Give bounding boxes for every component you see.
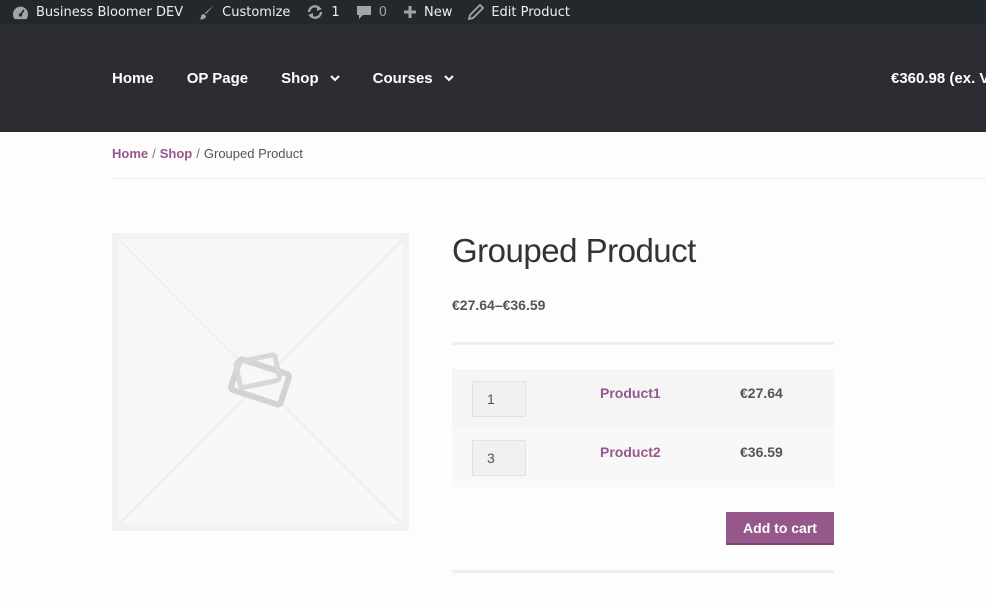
- brush-icon: [199, 5, 215, 20]
- grouped-product-link[interactable]: Product1: [600, 385, 661, 401]
- nav-item-label: OP Page: [186, 69, 249, 87]
- quantity-input[interactable]: [472, 381, 526, 417]
- admin-bar-site[interactable]: Business Bloomer DEV: [0, 0, 191, 24]
- nav-item-home[interactable]: Home: [112, 70, 154, 87]
- nav-item-shop[interactable]: Shop: [281, 70, 340, 87]
- nav-item-label: Courses: [372, 69, 433, 87]
- summary-bottom-divider: [452, 570, 834, 573]
- placeholder-image-icon: [117, 238, 404, 526]
- summary-divider: [452, 342, 834, 345]
- admin-bar: Business Bloomer DEV Customize 1 0 New E…: [0, 0, 986, 24]
- breadcrumb-divider: [112, 178, 986, 179]
- site-name: Business Bloomer DEV: [36, 4, 184, 20]
- product-price-range: €27.64–€36.59: [452, 297, 546, 313]
- breadcrumb: Home / Shop / Grouped Product: [112, 146, 303, 161]
- admin-bar-customize[interactable]: Customize: [191, 0, 298, 24]
- header-cart-total[interactable]: €360.98 (ex. V: [891, 24, 986, 132]
- product-title: Grouped Product: [452, 232, 696, 269]
- chevron-down-icon: [329, 74, 340, 81]
- nav-item-op-page[interactable]: OP Page: [187, 70, 248, 87]
- updates-icon: [308, 5, 323, 19]
- nav-item-label: Shop: [281, 69, 319, 87]
- new-label: New: [423, 4, 453, 20]
- breadcrumb-separator: /: [152, 146, 156, 161]
- admin-bar-new[interactable]: New: [395, 0, 460, 24]
- breadcrumb-home-link[interactable]: Home: [112, 146, 148, 161]
- add-to-cart-button[interactable]: Add to cart: [726, 512, 834, 545]
- grouped-product-price: €36.59: [740, 444, 783, 460]
- table-row: Product1 €27.64: [452, 369, 834, 428]
- dashboard-icon: [12, 6, 29, 19]
- site-header: Home OP Page Shop Courses €360.98 (ex. V: [0, 24, 986, 132]
- comment-icon: [356, 6, 371, 19]
- grouped-product-link[interactable]: Product2: [600, 444, 661, 460]
- pencil-icon: [468, 4, 485, 20]
- quantity-input[interactable]: [472, 440, 526, 476]
- comments-count: 0: [378, 4, 387, 20]
- breadcrumb-shop-link[interactable]: Shop: [160, 146, 193, 161]
- grouped-product-price: €27.64: [740, 385, 783, 401]
- admin-bar-comments[interactable]: 0: [348, 0, 395, 24]
- breadcrumb-separator: /: [196, 146, 200, 161]
- admin-bar-updates[interactable]: 1: [298, 0, 347, 24]
- table-row: Product2 €36.59: [452, 428, 834, 487]
- breadcrumb-current: Grouped Product: [203, 146, 303, 161]
- nav-item-courses[interactable]: Courses: [373, 70, 454, 87]
- plus-icon: [403, 6, 416, 18]
- product-image-placeholder[interactable]: [112, 233, 409, 531]
- admin-bar-edit-product[interactable]: Edit Product: [460, 0, 578, 24]
- edit-product-label: Edit Product: [491, 4, 570, 20]
- customize-label: Customize: [222, 4, 291, 20]
- cart-total-amount: €360.98 (ex. V: [891, 69, 986, 87]
- chevron-down-icon: [443, 74, 454, 81]
- nav-item-label: Home: [112, 69, 154, 87]
- primary-navigation: Home OP Page Shop Courses: [112, 24, 487, 132]
- updates-count: 1: [331, 4, 340, 20]
- grouped-products-table: Product1 €27.64 Product2 €36.59: [452, 369, 834, 487]
